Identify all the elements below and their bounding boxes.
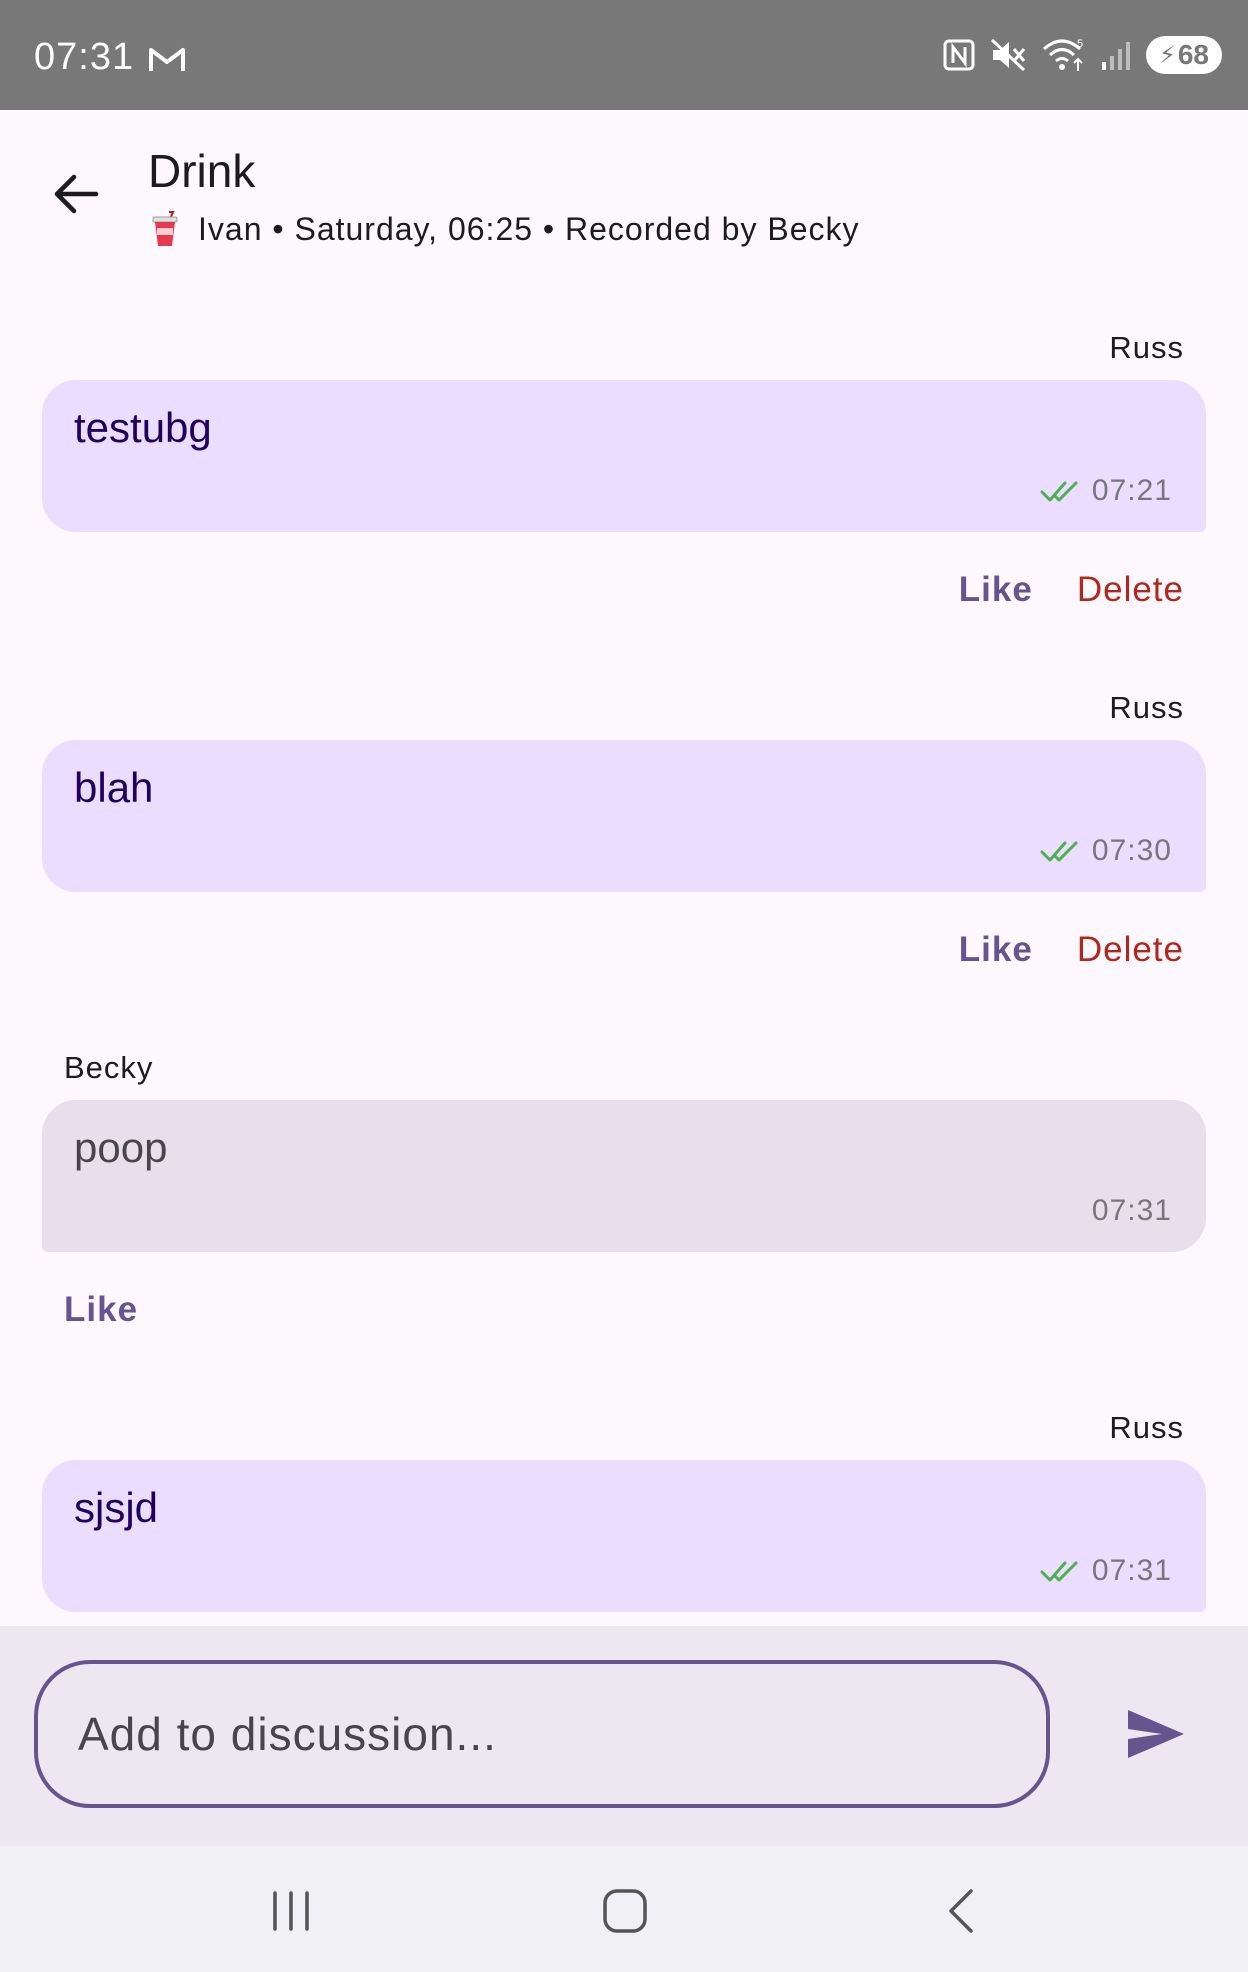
cup-icon [152, 211, 178, 246]
message-actions: Like Delete [959, 930, 1184, 970]
message-bubble[interactable]: poop 07:31 [42, 1100, 1206, 1252]
message-meta: 07:21 [1040, 474, 1172, 508]
message-time: 07:31 [1091, 1194, 1172, 1227]
header: Drink Ivan • Saturday, 06:25 • Recorded … [0, 110, 1248, 280]
send-button[interactable] [1118, 1696, 1194, 1772]
message-actions: Like [64, 1290, 138, 1330]
double-check-icon [1040, 1561, 1078, 1582]
message-text: sjsjd [74, 1484, 159, 1531]
battery-level: 68 [1177, 39, 1209, 70]
delete-button[interactable]: Delete [1077, 930, 1184, 970]
composer [0, 1626, 1248, 1846]
gmail-icon [149, 48, 185, 71]
message-bubble[interactable]: blah 07:30 [42, 740, 1206, 892]
back-icon [949, 1889, 973, 1933]
subtitle-text: Ivan • Saturday, 06:25 • Recorded by Bec… [198, 210, 860, 247]
send-icon [1128, 1710, 1184, 1758]
recents-button[interactable] [256, 1876, 326, 1946]
message-actions: Like Delete [959, 570, 1184, 610]
double-check-icon [1040, 841, 1078, 862]
like-button[interactable]: Like [64, 1290, 138, 1330]
mute-icon [990, 38, 1026, 72]
message-author: Russ [1109, 330, 1184, 365]
like-button[interactable]: Like [959, 570, 1033, 610]
like-button[interactable]: Like [959, 930, 1033, 970]
discussion-input[interactable] [34, 1660, 1050, 1808]
message-author: Russ [1109, 1410, 1184, 1445]
message-text: testubg [74, 404, 212, 451]
message-bubble[interactable]: testubg 07:21 [42, 380, 1206, 532]
status-bar: 07:31 5 ⚡ 68 [0, 0, 1248, 110]
status-time: 07:31 [34, 36, 135, 78]
page-subtitle: Ivan • Saturday, 06:25 • Recorded by Bec… [150, 210, 859, 248]
home-button[interactable] [590, 1876, 660, 1946]
home-icon [603, 1889, 647, 1933]
system-nav-bar [0, 1846, 1248, 1972]
svg-text:5: 5 [1077, 38, 1083, 50]
message-author: Russ [1109, 690, 1184, 725]
message-text: blah [74, 764, 154, 811]
double-check-icon [1040, 481, 1078, 502]
page-title: Drink [148, 145, 256, 197]
message-text: poop [74, 1124, 168, 1171]
message-meta: 07:31 [1040, 1554, 1172, 1588]
battery-icon: ⚡ 68 [1146, 36, 1222, 74]
system-back-button[interactable] [926, 1876, 996, 1946]
status-icons: 5 ⚡ 68 [942, 36, 1222, 74]
recents-icon [273, 1891, 309, 1931]
delete-button[interactable]: Delete [1077, 570, 1184, 610]
wifi-icon: 5 [1043, 38, 1083, 71]
back-button[interactable] [44, 162, 108, 226]
message-time: 07:21 [1091, 474, 1172, 507]
message-meta: 07:30 [1040, 834, 1172, 868]
message-time: 07:31 [1091, 1554, 1172, 1587]
signal-icon [1102, 42, 1130, 70]
message-author: Becky [64, 1050, 154, 1085]
message-meta: 07:31 [1092, 1194, 1172, 1228]
nfc-icon [943, 39, 975, 71]
arrow-back-icon [54, 174, 99, 214]
message-time: 07:30 [1091, 834, 1172, 867]
charging-icon: ⚡ [1158, 41, 1176, 69]
message-bubble[interactable]: sjsjd 07:31 [42, 1460, 1206, 1612]
